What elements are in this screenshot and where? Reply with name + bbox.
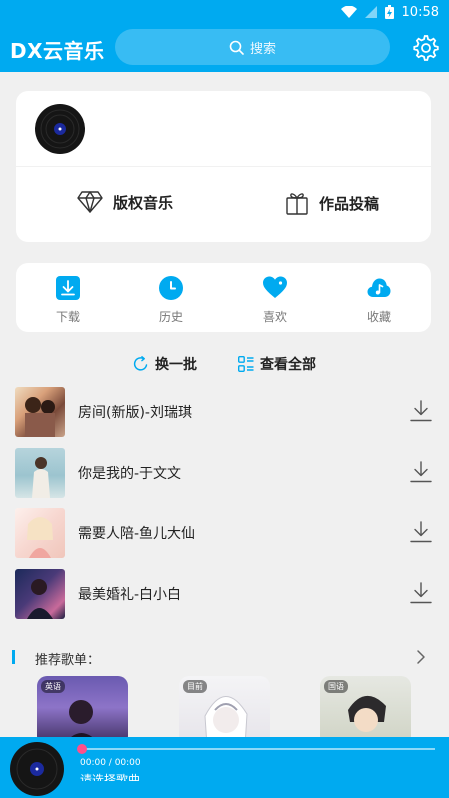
settings-gear-icon[interactable] [412, 34, 440, 62]
view-all-label: 查看全部 [260, 357, 316, 373]
section-marker [12, 650, 15, 664]
download-icon[interactable] [410, 400, 432, 422]
quick-action-collect[interactable]: 收藏 [349, 276, 409, 325]
playlist-card[interactable]: 国语 [320, 676, 411, 746]
progress-thumb[interactable] [77, 744, 87, 754]
playlist-tag: 英语 [41, 680, 65, 693]
quick-action-like[interactable]: 喜欢 [245, 276, 305, 325]
signal-icon [364, 6, 377, 18]
view-all-button[interactable]: 查看全部 [238, 354, 316, 374]
refresh-batch-label: 换一批 [155, 357, 197, 373]
refresh-icon [133, 356, 148, 371]
quick-action-label: 收藏 [366, 310, 391, 324]
refresh-batch-button[interactable]: 换一批 [133, 354, 197, 374]
app-title: DX云音乐 [10, 39, 105, 63]
search-bar[interactable]: 搜索 [115, 29, 390, 65]
playlist-tag: 目前 [183, 680, 207, 693]
submit-work-label: 作品投稿 [319, 194, 380, 213]
recommend-title: 推荐歌单： [35, 653, 101, 668]
download-icon[interactable] [410, 461, 432, 483]
song-title: 需要人陪-鱼儿大仙 [78, 526, 196, 542]
playlist-card[interactable]: 英语 [37, 676, 128, 746]
vinyl-disc-icon[interactable] [35, 104, 85, 154]
search-icon [229, 40, 244, 55]
card-divider [16, 166, 431, 167]
song-cover [15, 448, 65, 498]
quick-action-label: 下载 [55, 310, 80, 324]
song-title: 房间(新版)-刘瑞琪 [78, 405, 192, 421]
chevron-right-icon[interactable] [414, 649, 428, 665]
search-placeholder: 搜索 [249, 41, 276, 57]
quick-action-history[interactable]: 历史 [141, 276, 201, 325]
cover-art-icon [32, 457, 50, 498]
song-cover [15, 569, 65, 619]
status-time: 10:58 [401, 4, 439, 20]
song-row[interactable]: 最美婚礼-白小白 [0, 569, 449, 619]
download-icon[interactable] [410, 582, 432, 604]
quick-action-download[interactable]: 下载 [38, 276, 98, 325]
status-bar: 10:58 [0, 0, 449, 24]
mini-player[interactable]: 00:00 / 00:00 请选择歌曲 [0, 737, 449, 798]
now-playing-title: 请选择歌曲 [80, 773, 141, 781]
diamond-icon [77, 191, 103, 213]
heart-icon [263, 276, 287, 298]
song-title: 最美婚礼-白小白 [78, 587, 182, 603]
copyright-music-label: 版权音乐 [113, 193, 174, 212]
playlist-card[interactable]: 目前 [179, 676, 270, 746]
download-icon[interactable] [410, 521, 432, 543]
copyright-music-button[interactable]: 版权音乐 [77, 191, 173, 213]
playback-time: 00:00 / 00:00 [80, 758, 141, 768]
song-title: 你是我的-于文文 [78, 466, 182, 482]
playlist-tag: 国语 [324, 680, 348, 693]
recommend-header: 推荐歌单： [0, 648, 449, 668]
app-bar: DX云音乐 搜索 [0, 24, 449, 72]
gift-icon [286, 193, 308, 215]
quick-action-label: 喜欢 [262, 310, 287, 324]
wifi-icon [340, 6, 357, 18]
song-cover [15, 387, 65, 437]
song-row[interactable]: 你是我的-于文文 [0, 448, 449, 498]
vinyl-disc-icon[interactable] [10, 742, 64, 796]
quick-action-label: 历史 [158, 310, 183, 324]
cover-art-icon [25, 397, 55, 437]
song-row[interactable]: 需要人陪-鱼儿大仙 [0, 508, 449, 558]
quick-actions-card: 下载 历史 喜欢 收藏 [16, 263, 431, 332]
cover-art-icon [27, 517, 53, 558]
song-cover [15, 508, 65, 558]
download-icon [56, 276, 80, 300]
list-grid-icon [238, 356, 254, 372]
song-row[interactable]: 房间(新版)-刘瑞琪 [0, 387, 449, 437]
battery-icon [384, 5, 394, 19]
list-controls: 换一批 查看全部 [0, 354, 449, 374]
submit-work-button[interactable]: 作品投稿 [285, 191, 379, 215]
cloud-music-icon [367, 278, 391, 297]
cover-art-icon [27, 579, 53, 619]
progress-track[interactable] [80, 748, 435, 750]
clock-icon [159, 276, 183, 300]
profile-card: 版权音乐 作品投稿 [16, 91, 431, 242]
